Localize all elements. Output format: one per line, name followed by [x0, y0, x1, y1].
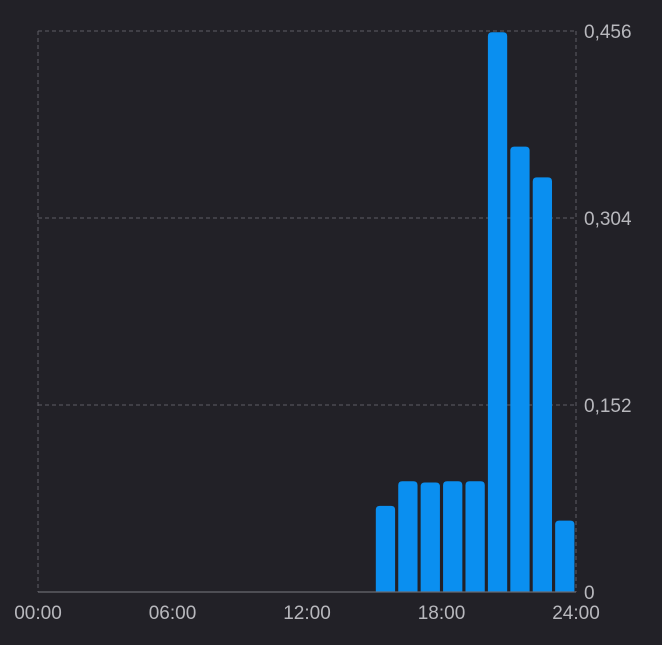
bar — [420, 482, 440, 592]
bar-chart: 00:00 06:00 12:00 18:00 24:000 0,152 0,304 0,45… — [14, 22, 632, 624]
bar — [443, 481, 463, 592]
bar — [398, 481, 418, 592]
bar — [532, 177, 553, 593]
y-tick-label: 0,152 — [584, 396, 632, 417]
bar — [375, 505, 396, 592]
y-tick-label: 0,304 — [584, 209, 632, 230]
bars-layer — [375, 32, 575, 593]
bar — [555, 520, 575, 592]
x-tick-label: 18:00 — [418, 603, 466, 624]
x-tick-label: 06:00 — [149, 603, 197, 624]
y-tick-label: 0,456 — [584, 22, 632, 43]
x-tick-label: 24:00 — [552, 603, 600, 624]
x-tick-label: 00:00 — [14, 603, 62, 624]
bar — [487, 32, 508, 592]
bar — [510, 146, 530, 593]
chart-container: 00:00 06:00 12:00 18:00 24:00 0 0,152 0,304 0,45… — [0, 0, 662, 645]
bar — [465, 481, 485, 592]
x-tick-label: 12:00 — [283, 603, 331, 624]
y-tick-label: 0 — [584, 583, 595, 604]
